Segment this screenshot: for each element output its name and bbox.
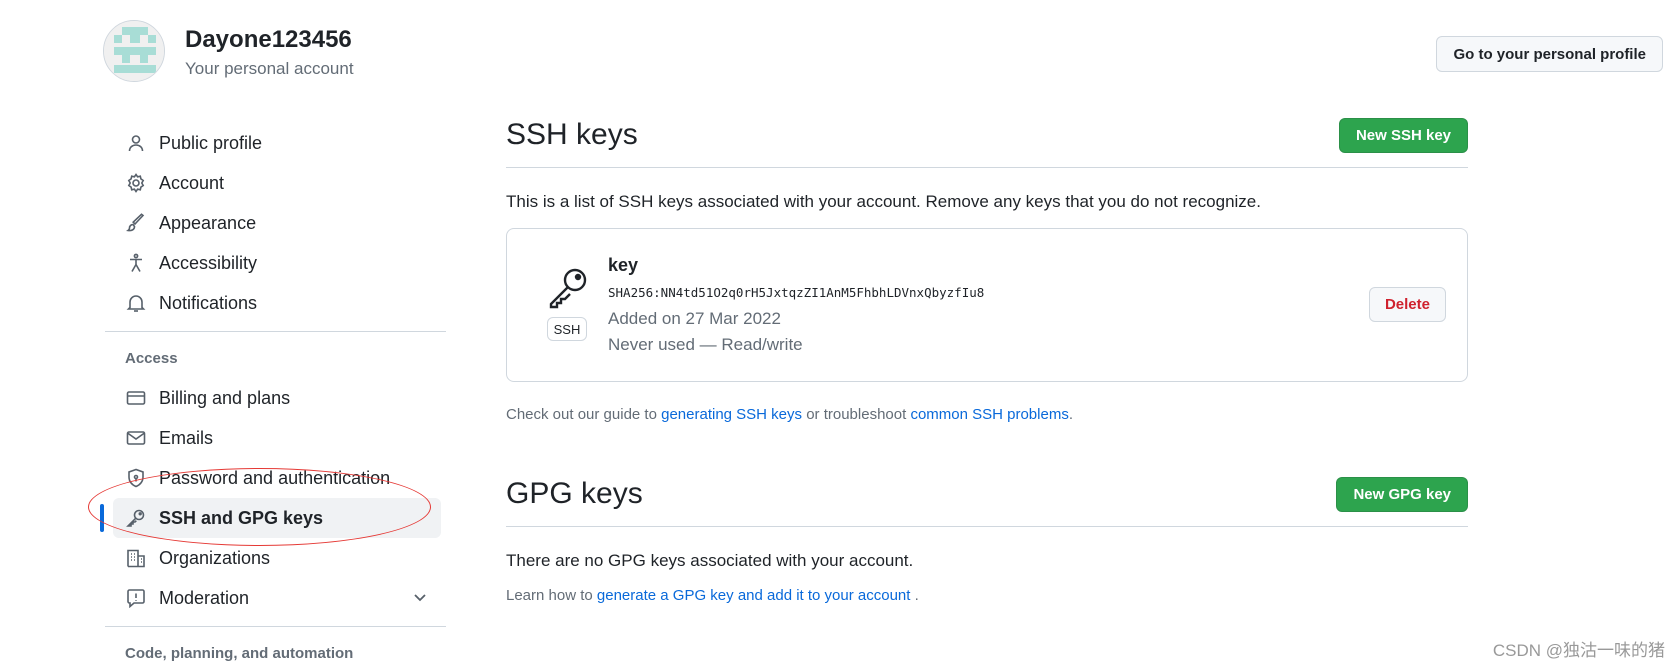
sidebar-item-organizations[interactable]: Organizations [105,538,446,578]
sidebar-section-access: Access [125,349,178,367]
identicon-icon [104,21,164,81]
ssh-key-item: SSH key SHA256:NN4td51O2q0rH5JxtqzZI1AnM… [506,228,1468,382]
organization-icon [125,547,147,569]
ssh-key-added-date: Added on 27 Mar 2022 [608,309,781,328]
ssh-key-fingerprint: SHA256:NN4td51O2q0rH5JxtqzZI1AnM5FhbhLDV… [608,285,985,300]
sidebar-item-moderation[interactable]: Moderation [105,578,446,618]
gpg-help-note: Learn how to generate a GPG key and add … [506,587,1468,604]
gpg-keys-description: There are no GPG keys associated with yo… [506,551,914,570]
sidebar-item-appearance[interactable]: Appearance [105,203,446,243]
account-header: Dayone123456 Your personal account Go to… [103,20,1663,86]
sidebar-item-billing[interactable]: Billing and plans [105,378,446,418]
go-to-profile-button[interactable]: Go to your personal profile [1436,36,1663,72]
sidebar-item-accessibility[interactable]: Accessibility [105,243,446,283]
ssh-keys-header: SSH keys New SSH key [506,110,1468,168]
chevron-down-icon[interactable] [412,589,428,610]
generate-gpg-key-link[interactable]: generate a GPG key and add it to your ac… [597,587,911,604]
delete-ssh-key-button[interactable]: Delete [1368,287,1446,322]
sidebar-item-label: Organizations [159,547,271,568]
sidebar-item-label: Public profile [159,132,263,153]
bell-icon [125,292,147,314]
generating-ssh-keys-link[interactable]: generating SSH keys [661,406,802,423]
main-content: SSH keys New SSH key This is a list of S… [506,110,1468,604]
new-gpg-key-button[interactable]: New GPG key [1336,477,1468,512]
key-large-icon [545,265,593,314]
ssh-help-note: Check out our guide to generating SSH ke… [506,406,1468,423]
ssh-note-suffix: . [1068,406,1073,423]
ssh-note-middle: or troubleshoot [802,406,911,423]
ssh-note-prefix: Check out our guide to [506,406,662,423]
avatar[interactable] [103,20,165,82]
sidebar-item-public-profile[interactable]: Public profile [105,123,446,163]
gpg-keys-title: GPG keys [506,477,643,510]
sidebar-item-account[interactable]: Account [105,163,446,203]
ssh-keys-title: SSH keys [506,118,638,151]
accessibility-icon [125,252,147,274]
report-icon [125,587,147,609]
sidebar-section-code: Code, planning, and automation [125,644,354,662]
account-username[interactable]: Dayone123456 [185,26,352,54]
account-subtitle: Your personal account [185,59,354,78]
gear-icon [125,172,147,194]
key-icon [125,507,147,529]
ssh-badge: SSH [547,317,587,341]
settings-sidebar: Public profile Account Appearance Access… [100,123,446,671]
sidebar-item-ssh-gpg-keys[interactable]: SSH and GPG keys [100,498,441,538]
sidebar-item-label: Notifications [159,292,258,313]
gpg-note-suffix: . [910,587,919,604]
gpg-note-prefix: Learn how to [506,587,597,604]
sidebar-item-label: Appearance [159,212,257,233]
ssh-key-usage: Never used — Read/write [608,335,803,354]
sidebar-item-emails[interactable]: Emails [105,418,446,458]
gpg-keys-header: GPG keys New GPG key [506,469,1468,527]
new-ssh-key-button[interactable]: New SSH key [1338,118,1468,153]
person-icon [125,132,147,154]
ssh-key-name: key [608,255,639,275]
mail-icon [125,427,147,449]
common-ssh-problems-link[interactable]: common SSH problems [910,406,1068,423]
paintbrush-icon [125,212,147,234]
sidebar-divider [105,626,446,627]
sidebar-item-label: Password and authentication [159,467,391,488]
gpg-keys-section: GPG keys New GPG key There are no GPG ke… [506,469,1468,604]
shield-lock-icon [125,467,147,489]
ssh-keys-section: SSH keys New SSH key This is a list of S… [506,110,1468,423]
sidebar-item-label: Moderation [159,587,250,608]
sidebar-item-notifications[interactable]: Notifications [105,283,446,323]
sidebar-divider [105,331,446,332]
sidebar-item-label: Account [159,172,225,193]
sidebar-item-label: SSH and GPG keys [159,507,324,528]
watermark: CSDN @独沽一味的猪 [1492,641,1665,660]
sidebar-item-label: Billing and plans [159,387,291,408]
credit-card-icon [125,387,147,409]
sidebar-item-label: Accessibility [159,252,258,273]
sidebar-item-password-auth[interactable]: Password and authentication [105,458,446,498]
ssh-keys-description: This is a list of SSH keys associated wi… [506,192,1261,211]
sidebar-item-label: Emails [159,427,214,448]
